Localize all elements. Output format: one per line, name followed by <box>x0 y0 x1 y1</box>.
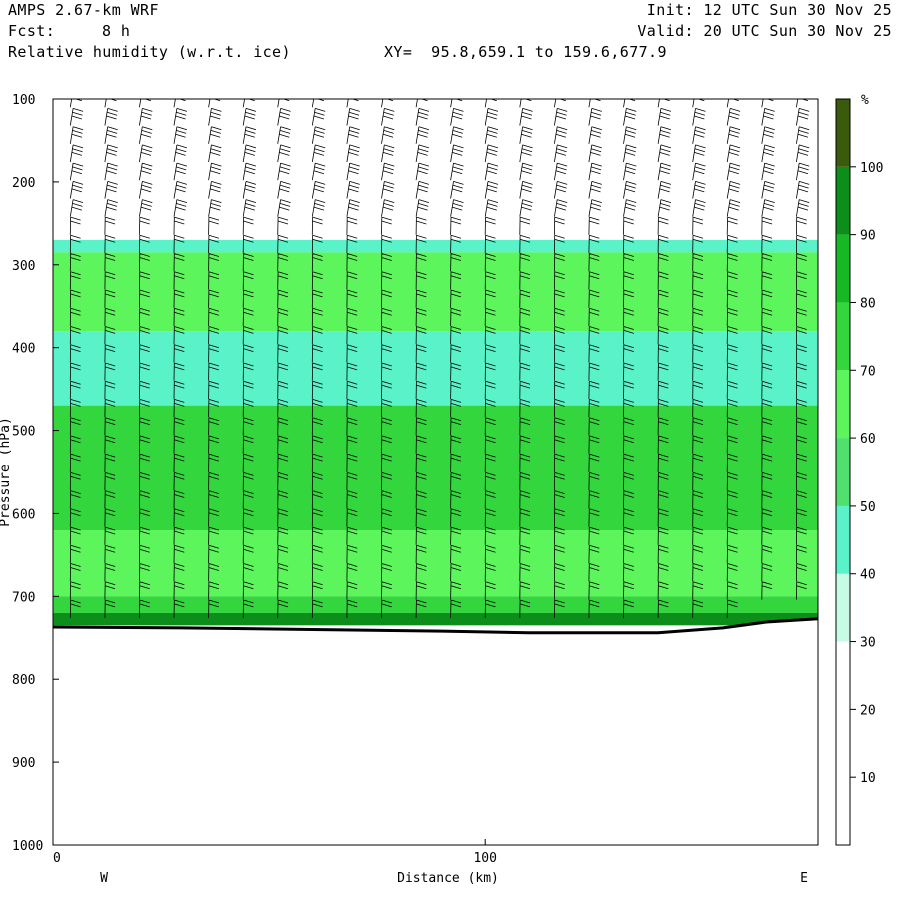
colorbar-label: 20 <box>860 703 876 718</box>
west-label: W <box>100 871 108 886</box>
y-axis-title: Pressure (hPa) <box>0 417 13 527</box>
colorbar-box <box>836 99 850 167</box>
colorbar-box <box>836 641 850 710</box>
colorbar-box <box>836 438 850 506</box>
colorbar-box <box>836 370 850 439</box>
colorbar-box <box>836 709 850 778</box>
x-axis-title: Distance (km) <box>397 871 499 886</box>
colorbar-label: 30 <box>860 636 876 651</box>
colorbar-box <box>836 234 850 303</box>
y-tick-label: 700 <box>12 590 35 605</box>
rh-layer-6 <box>53 596 818 613</box>
y-tick-label: 900 <box>12 756 35 771</box>
colorbar-label: 90 <box>860 229 876 244</box>
colorbar-label: 50 <box>860 500 876 515</box>
x-tick-label: 0 <box>53 851 61 866</box>
rh-layer-3 <box>53 331 818 406</box>
colorbar-box <box>836 505 850 574</box>
colorbar-label: 60 <box>860 432 876 447</box>
cross-section-chart: 100 200 300 400 500 600 700 800 900 1000 0 100 10 20… <box>0 93 883 886</box>
colorbar-box <box>836 302 850 371</box>
colorbar-label: 80 <box>860 296 876 311</box>
rh-layer-5 <box>53 530 818 597</box>
plot-area <box>53 99 818 845</box>
colorbar-unit: % <box>861 93 869 108</box>
rh-layer-7 <box>53 612 818 626</box>
colorbar-box <box>836 573 850 642</box>
rh-layer-4 <box>53 405 818 531</box>
y-tick-label: 500 <box>12 425 35 440</box>
colorbar-label: 40 <box>860 568 876 583</box>
colorbar-label: 100 <box>860 161 883 176</box>
rh-layer-2 <box>53 252 818 332</box>
y-tick-label: 600 <box>12 507 35 522</box>
colorbar-box <box>836 777 850 845</box>
colorbar-label: 70 <box>860 364 876 379</box>
east-label: E <box>800 871 808 886</box>
y-tick-label: 200 <box>12 176 35 191</box>
colorbar-box <box>836 166 850 235</box>
terrain-mask <box>53 618 818 845</box>
y-tick-label: 300 <box>12 259 35 274</box>
y-tick-label: 400 <box>12 342 35 357</box>
colorbar-label: 10 <box>860 771 876 786</box>
y-tick-label: 800 <box>12 673 35 688</box>
colorbar: 10 20 30 40 50 60 70 80 90 100 <box>835 98 883 846</box>
y-tick-label: 1000 <box>12 839 43 854</box>
y-tick-label: 100 <box>12 93 35 108</box>
rh-layer-1 <box>53 239 818 253</box>
x-tick-label: 100 <box>473 851 496 866</box>
